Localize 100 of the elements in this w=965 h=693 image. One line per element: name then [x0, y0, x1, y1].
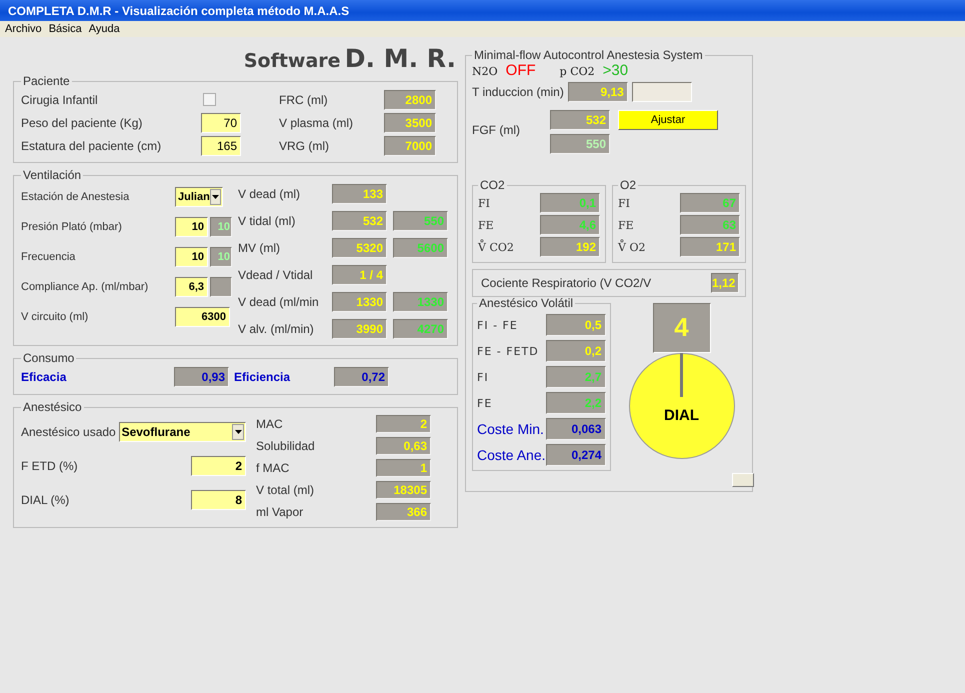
output-field: 7000 — [384, 136, 436, 156]
field-label: Solubilidad — [256, 439, 316, 453]
field-label: ml Vapor — [256, 505, 304, 519]
input-field[interactable]: 165 — [201, 136, 241, 156]
group-title: Anestésico — [22, 401, 83, 414]
field-label: V alv. (ml/min) — [238, 322, 315, 336]
app-heading: Software D. M. R. — [244, 47, 456, 75]
status-value: OFF — [506, 62, 536, 79]
field-label: MV (ml) — [238, 240, 281, 254]
input-field[interactable]: 8 — [191, 490, 246, 510]
dial-value: 4 — [652, 303, 710, 353]
checkbox[interactable] — [203, 93, 216, 106]
output-field: 2,7 — [546, 366, 606, 388]
output-field: 1 — [376, 459, 431, 477]
output-field: 18305 — [376, 481, 431, 499]
menu-item[interactable]: Ayuda — [88, 23, 120, 35]
output-field: 2,2 — [546, 392, 606, 414]
field-label: V tidal (ml) — [238, 214, 296, 228]
dropdown[interactable]: Julian — [175, 187, 223, 207]
output-field: 2 — [376, 415, 431, 433]
small-button[interactable] — [732, 473, 754, 487]
caret-icon — [210, 189, 221, 205]
dropdown[interactable]: Sevoflurane — [118, 422, 246, 442]
field-label: DIAL (%) — [21, 493, 70, 507]
field-label: FGF (ml) — [472, 122, 521, 137]
group-title: O2 — [619, 179, 638, 192]
output-field: 10 — [210, 247, 232, 267]
input-field[interactable]: 2 — [191, 456, 246, 476]
output-field: 67 — [680, 193, 740, 213]
field-label: MAC — [256, 417, 284, 431]
field-label: VRG (ml) — [278, 138, 330, 152]
input-field[interactable]: 6,3 — [175, 277, 208, 297]
output-field: 3990 — [332, 318, 387, 338]
output-field: 63 — [680, 215, 740, 235]
output-field: 0,2 — [546, 340, 606, 362]
status-label: N2O — [472, 65, 498, 78]
field-label: Estatura del paciente (cm) — [21, 138, 162, 152]
group-title: Paciente — [22, 75, 71, 88]
output-field: 4,6 — [540, 215, 600, 235]
output-field: 9,13 — [568, 82, 628, 102]
adjust-button[interactable]: Ajustar — [618, 110, 718, 130]
output-field: 3500 — [384, 112, 436, 132]
group-title: Minimal-flow Autocontrol Anestesia System — [473, 49, 704, 62]
field-label: FRC (ml) — [278, 92, 329, 106]
group-title: Consumo — [22, 352, 76, 365]
field-label: Presión Plató (mbar) — [21, 221, 123, 233]
output-field: 0,063 — [546, 418, 606, 440]
output-field: 0,274 — [546, 444, 606, 466]
dial-knob[interactable]: DIAL — [628, 353, 734, 459]
input-field[interactable]: 10 — [175, 247, 208, 267]
field-label: V plasma (ml) — [278, 116, 354, 130]
field-label: V dead (ml) — [238, 186, 302, 200]
output-field: 171 — [680, 237, 740, 257]
menu-item[interactable]: Básica — [48, 23, 82, 35]
output-field: 5320 — [332, 238, 387, 258]
output-field: 1,12 — [711, 273, 739, 293]
output-field: 1330 — [332, 292, 387, 312]
field-label: Anestésico usado — [21, 425, 117, 439]
menu-item[interactable]: Archivo — [5, 23, 42, 35]
field-label: V total (ml) — [256, 483, 316, 497]
output-field: 0,93 — [174, 367, 229, 387]
field-label: F ETD (%) — [21, 459, 79, 473]
group-title: Ventilación — [22, 169, 82, 182]
input-field[interactable]: 6300 — [175, 307, 230, 327]
field-label: V dead (ml/min — [238, 294, 320, 308]
field-label: Frecuencia — [21, 251, 76, 263]
output-field: 1330 — [393, 292, 448, 312]
output-field: 550 — [393, 210, 448, 230]
field-label: V circuito (ml) — [21, 311, 90, 323]
field-label: FI - FE — [477, 318, 518, 332]
field-label: T induccion (min) — [472, 85, 564, 99]
status-label: p CO2 — [560, 65, 595, 78]
field-label: V̊ CO2 — [478, 240, 514, 254]
input-field[interactable]: 70 — [201, 112, 241, 132]
field-label: FI — [478, 196, 490, 210]
field-label: FE — [477, 396, 492, 410]
field-label: Compliance Ap. (ml/mbar) — [21, 281, 150, 293]
output-field: 5600 — [393, 238, 448, 258]
output-field: 0,72 — [334, 367, 389, 387]
field-label: FI — [477, 370, 489, 384]
group-title: CO2 — [479, 179, 506, 192]
output-field: 550 — [550, 134, 610, 154]
field-label: FE - FETD — [477, 344, 539, 358]
output-field: 133 — [332, 184, 387, 204]
field-label: V̊ O2 — [618, 240, 646, 254]
field-label: Eficiencia — [233, 370, 292, 384]
dial-needle — [680, 353, 682, 397]
output-field: 0,1 — [540, 193, 600, 213]
caret-icon — [232, 424, 244, 440]
output-field: 192 — [540, 237, 600, 257]
output-field: 4270 — [393, 318, 448, 338]
status-value: >30 — [602, 62, 628, 79]
field-label: Eficacia — [21, 370, 68, 384]
field-label: Cirugia Infantil — [21, 92, 99, 106]
input-field[interactable]: 10 — [175, 217, 208, 237]
output-field: 10 — [210, 217, 232, 237]
window-title: COMPLETA D.M.R - Visualización completa método M.A.A.S — [8, 4, 350, 18]
output-field: 366 — [376, 503, 431, 521]
field-label: Vdead / Vtidal — [238, 268, 314, 282]
output-field: 0,63 — [376, 437, 431, 455]
